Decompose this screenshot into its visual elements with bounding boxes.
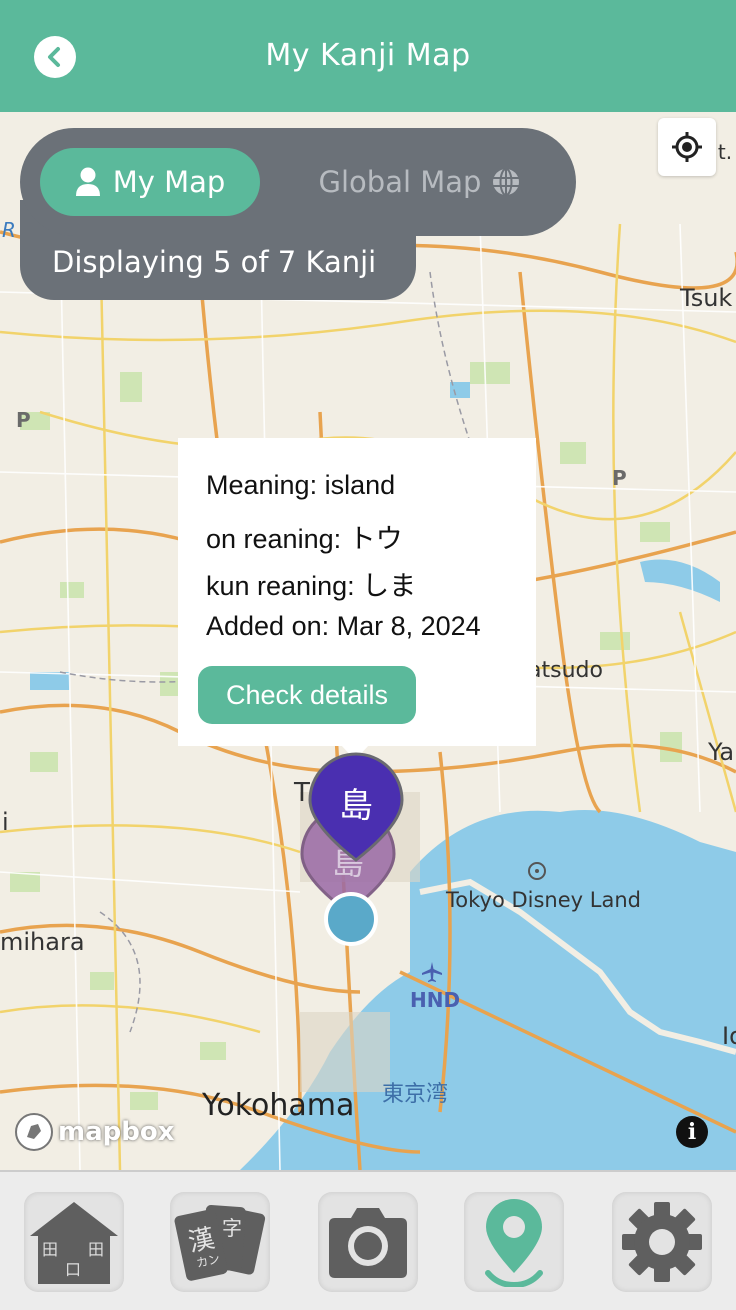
popup-meaning: Meaning: island [206,470,396,500]
map-label-ya: Ya [708,738,735,766]
map-label-matsudo: atsudo [528,658,603,683]
current-location-dot [324,892,378,946]
kanji-pin-active-glyph: 島 [339,786,373,826]
camera-icon [329,1208,407,1278]
map-label-hnd: HND [410,988,461,1012]
globe-icon [493,168,520,196]
card-glyph-ji: 字 [222,1218,242,1240]
map-label-parking-2: P [612,466,627,490]
mapbox-wordmark: mapbox [58,1117,175,1147]
nav-cards-button[interactable]: 漢 字 カン [170,1192,270,1292]
map-label-yokohama: Yokohama [202,1088,355,1123]
kanji-count-text: Displaying 5 of 7 Kanji [52,245,377,279]
map-label-i: i [2,808,9,836]
map-label-parking-1: P [16,408,31,432]
mapbox-logo[interactable]: mapbox [14,1112,175,1152]
nav-camera-button[interactable] [318,1192,418,1292]
nav-settings-button[interactable] [612,1192,712,1292]
kanji-cards-icon [174,1205,266,1281]
house-glyph-left: 田 [42,1242,59,1259]
map-label-tokyo-disney-land: Tokyo Disney Land [446,888,641,912]
kanji-pin-active[interactable]: 島 [304,752,408,864]
bottom-nav: 田 田 口 漢 字 カン [0,1170,736,1310]
airport-icon [422,962,442,982]
kanji-popup: Meaning: island on reaning: トウ kun reani… [178,438,536,746]
user-icon [75,167,100,196]
info-button[interactable]: i [676,1116,708,1148]
map-label-sagamihara: mihara [0,928,85,956]
popup-kun-reading: kun reaning: しま [206,571,417,601]
map-label-io: Io [722,1022,736,1050]
popup-on-reading: on reaning: トウ [206,524,403,554]
check-details-button[interactable]: Check details [198,666,416,724]
map-label-tsuk: Tsuk [680,284,733,312]
house-glyph-right: 田 [88,1242,105,1259]
info-icon: i [687,1119,697,1145]
app-header: My Kanji Map [0,0,736,112]
mapbox-mark-icon [15,1113,53,1151]
ferris-wheel-icon [528,862,546,880]
crosshair-icon [672,132,702,162]
my-map-button[interactable]: My Map [40,148,260,216]
map-pin-icon [485,1199,543,1287]
my-map-label: My Map [112,165,226,199]
popup-added-on: Added on: Mar 8, 2024 [206,611,481,641]
global-map-label: Global Map [318,165,482,199]
map-label-tokyo-bay: 東京湾 [382,1082,449,1107]
page-title: My Kanji Map [265,38,471,73]
gear-icon [622,1202,702,1282]
house-glyph-bottom: 口 [65,1262,82,1279]
locate-me-button[interactable] [658,118,716,176]
nav-home-button[interactable]: 田 田 口 [24,1192,124,1292]
nav-map-button[interactable] [464,1192,564,1292]
global-map-button[interactable]: Global Map [290,148,550,216]
map-label-r: R [2,218,16,242]
